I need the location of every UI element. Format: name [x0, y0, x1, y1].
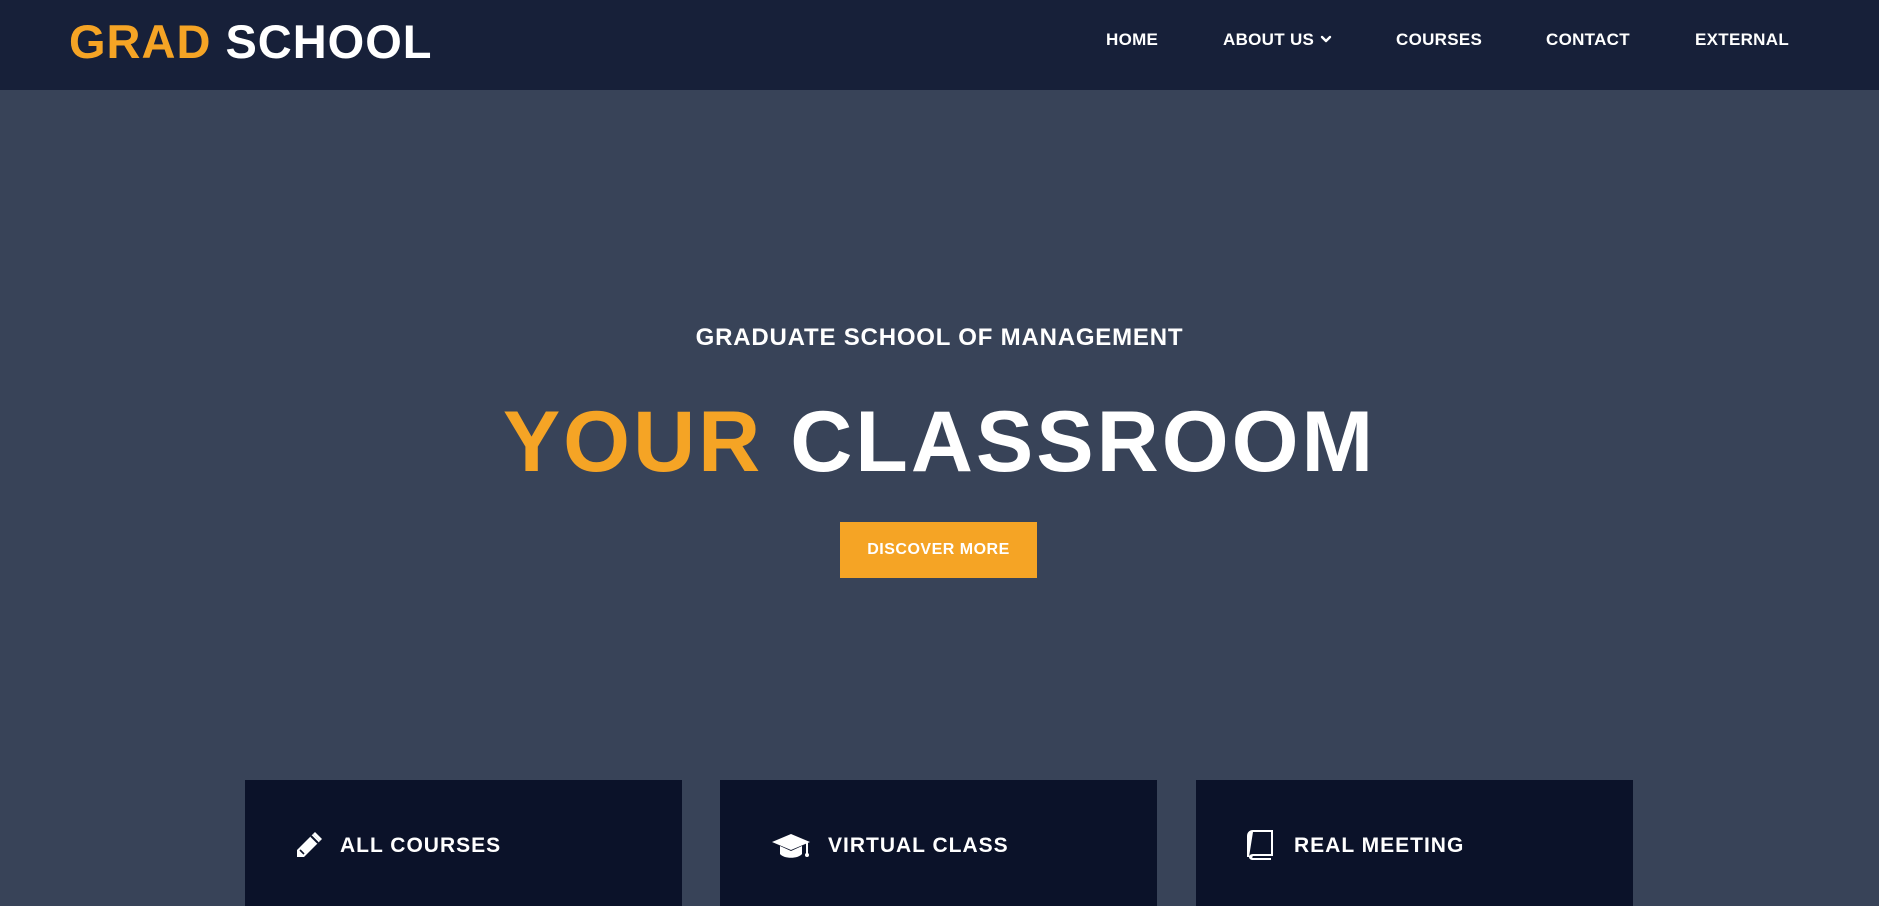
nav-about-us[interactable]: ABOUT US: [1223, 30, 1332, 52]
logo-plain-text: SCHOOL: [225, 15, 433, 68]
graduation-cap-icon: [770, 830, 812, 862]
site-logo[interactable]: GRAD SCHOOL: [69, 16, 433, 68]
feature-card-all-courses[interactable]: ALL COURSES: [245, 780, 682, 906]
pencil-icon: [292, 830, 328, 862]
hero-title: YOUR CLASSROOM: [0, 392, 1879, 492]
nav-about-us-label: ABOUT US: [1223, 30, 1315, 49]
nav-external[interactable]: EXTERNAL: [1695, 30, 1789, 52]
feature-card-virtual-class[interactable]: VIRTUAL CLASS: [720, 780, 1157, 906]
nav-contact[interactable]: CONTACT: [1546, 30, 1630, 52]
discover-more-button[interactable]: DISCOVER MORE: [840, 522, 1037, 578]
nav-home[interactable]: HOME: [1106, 30, 1158, 52]
feature-card-label: REAL MEETING: [1294, 834, 1465, 857]
book-icon: [1244, 830, 1280, 862]
hero-title-accent: YOUR: [502, 394, 764, 490]
site-header: GRAD SCHOOL HOME ABOUT US COURSES CONTAC…: [0, 0, 1879, 90]
feature-card-label: ALL COURSES: [340, 834, 502, 857]
nav-courses[interactable]: COURSES: [1396, 30, 1482, 52]
feature-card-real-meeting[interactable]: REAL MEETING: [1196, 780, 1633, 906]
hero-title-plain: CLASSROOM: [790, 394, 1377, 490]
chevron-down-icon: [1320, 29, 1332, 49]
feature-card-label: VIRTUAL CLASS: [828, 834, 1009, 857]
logo-accent-text: GRAD: [69, 15, 212, 68]
hero-subtitle: GRADUATE SCHOOL OF MANAGEMENT: [695, 324, 1184, 351]
